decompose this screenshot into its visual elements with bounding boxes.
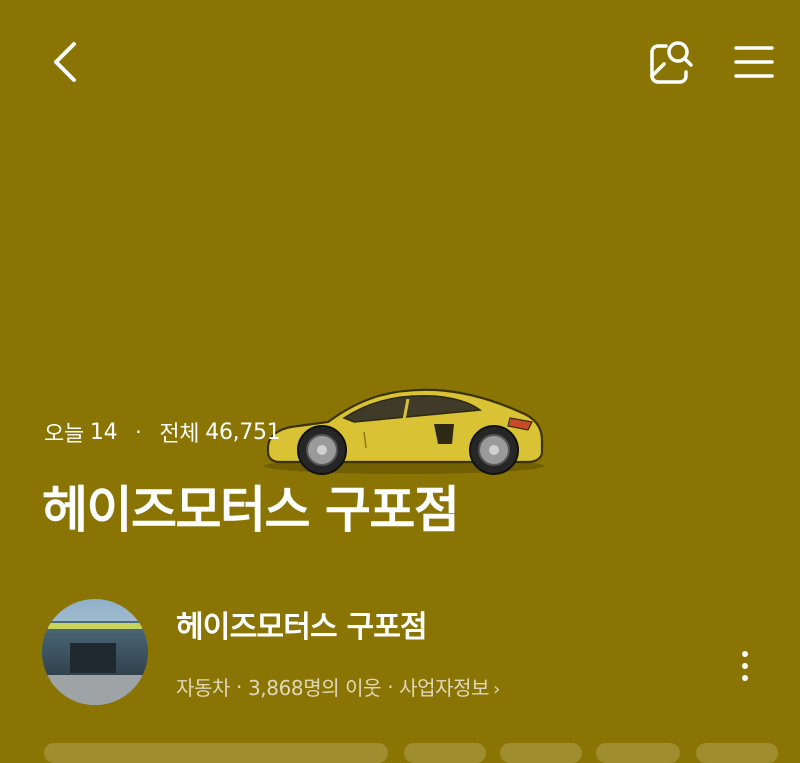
back-button[interactable] bbox=[36, 30, 96, 94]
menu-button[interactable] bbox=[722, 30, 786, 94]
blog-title: 헤이즈모터스 구포점 bbox=[42, 481, 460, 539]
action-chip[interactable] bbox=[500, 743, 582, 763]
chevron-right-icon: › bbox=[493, 679, 500, 700]
today-label: 오늘 bbox=[44, 422, 84, 447]
blog-search-icon bbox=[650, 41, 693, 84]
more-vertical-icon bbox=[742, 651, 748, 657]
action-chip[interactable] bbox=[404, 743, 486, 763]
neighbor-count[interactable]: 3,868명의 이웃 bbox=[248, 672, 382, 701]
meta-separator: · bbox=[236, 674, 242, 699]
profile-meta: 자동차 · 3,868명의 이웃 · 사업자정보 › bbox=[176, 672, 500, 701]
action-chip[interactable] bbox=[596, 743, 680, 763]
action-chip-row bbox=[44, 743, 800, 763]
blog-search-button[interactable] bbox=[638, 30, 702, 94]
total-count: 46,751 bbox=[205, 419, 281, 445]
business-info-label: 사업자정보 bbox=[399, 676, 490, 700]
business-info-link[interactable]: 사업자정보 › bbox=[399, 672, 500, 701]
visitor-stats: 오늘 14 · 전체 46,751 bbox=[44, 416, 281, 448]
more-vertical-icon-dot bbox=[742, 663, 748, 669]
chevron-left-icon bbox=[54, 42, 76, 82]
top-bar bbox=[0, 0, 800, 130]
total-label: 전체 bbox=[159, 422, 200, 447]
stats-separator: · bbox=[135, 420, 142, 444]
profile-name[interactable]: 헤이즈모터스 구포점 bbox=[176, 602, 428, 646]
meta-separator: · bbox=[387, 674, 394, 699]
car-illustration bbox=[264, 388, 544, 475]
more-vertical-icon-dot bbox=[742, 675, 748, 681]
action-chip[interactable] bbox=[44, 743, 388, 763]
action-chip[interactable] bbox=[696, 743, 778, 763]
profile-avatar[interactable] bbox=[42, 599, 148, 705]
today-count: 14 bbox=[89, 419, 118, 445]
profile-category: 자동차 bbox=[176, 676, 230, 700]
hamburger-menu-icon bbox=[734, 46, 774, 78]
more-options-button[interactable] bbox=[728, 644, 762, 688]
